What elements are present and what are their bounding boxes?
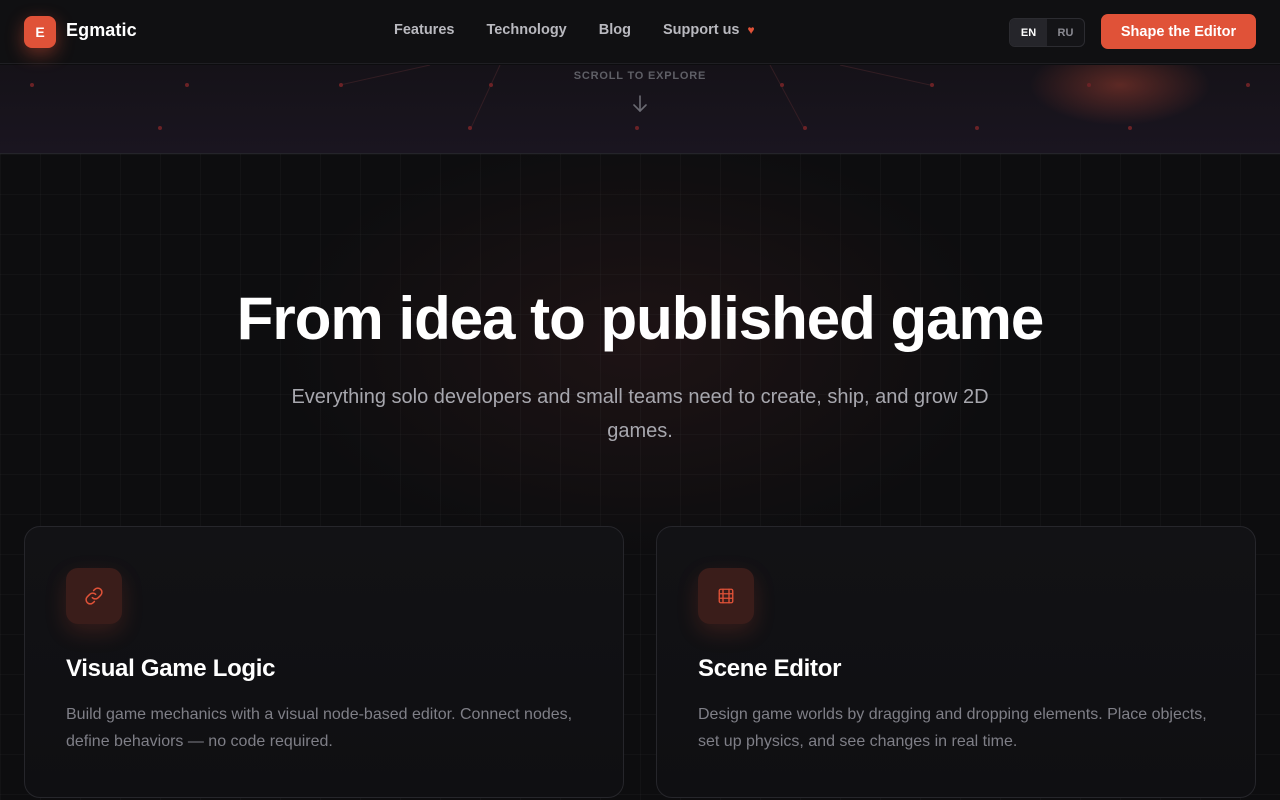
shape-editor-button[interactable]: Shape the Editor	[1101, 14, 1256, 49]
feature-description: Build game mechanics with a visual node-…	[66, 706, 573, 750]
section-subtitle: Everything solo developers and small tea…	[291, 386, 989, 442]
nav-support-us[interactable]: Support us ♥	[663, 22, 755, 38]
arrow-down-icon[interactable]	[632, 95, 648, 113]
nav-features[interactable]: Features	[394, 22, 454, 38]
link-icon	[66, 568, 122, 624]
scroll-hint-band: SCROLL TO EXPLORE	[0, 65, 1280, 154]
nav-technology[interactable]: Technology	[486, 22, 566, 38]
feature-description: Design game worlds by dragging and dropp…	[698, 706, 1207, 750]
feature-card-scene-editor[interactable]: Scene Editor Design game worlds by dragg…	[656, 526, 1256, 798]
main-nav: Features Technology Blog Support us ♥	[394, 22, 787, 38]
brand-name[interactable]: Egmatic	[66, 20, 137, 41]
feature-title: Scene Editor	[698, 655, 842, 682]
logo-letter: E	[35, 24, 45, 40]
language-switcher: EN RU	[1009, 18, 1085, 47]
feature-card-visual-logic[interactable]: Visual Game Logic Build game mechanics w…	[24, 526, 624, 798]
features-section: From idea to published game Everything s…	[0, 154, 1280, 800]
lang-en[interactable]: EN	[1010, 19, 1047, 46]
logo-badge[interactable]: E	[24, 16, 56, 48]
site-header: E Egmatic Features Technology Blog Suppo…	[0, 0, 1280, 64]
section-title: From idea to published game	[236, 285, 1044, 352]
lang-ru[interactable]: RU	[1047, 19, 1084, 46]
film-grid-icon	[698, 568, 754, 624]
nav-support-label: Support us	[662, 22, 740, 38]
scroll-to-explore-label: SCROLL TO EXPLORE	[573, 70, 707, 82]
feature-title: Visual Game Logic	[66, 655, 276, 682]
nav-blog[interactable]: Blog	[599, 22, 631, 38]
heart-icon: ♥	[747, 23, 755, 37]
